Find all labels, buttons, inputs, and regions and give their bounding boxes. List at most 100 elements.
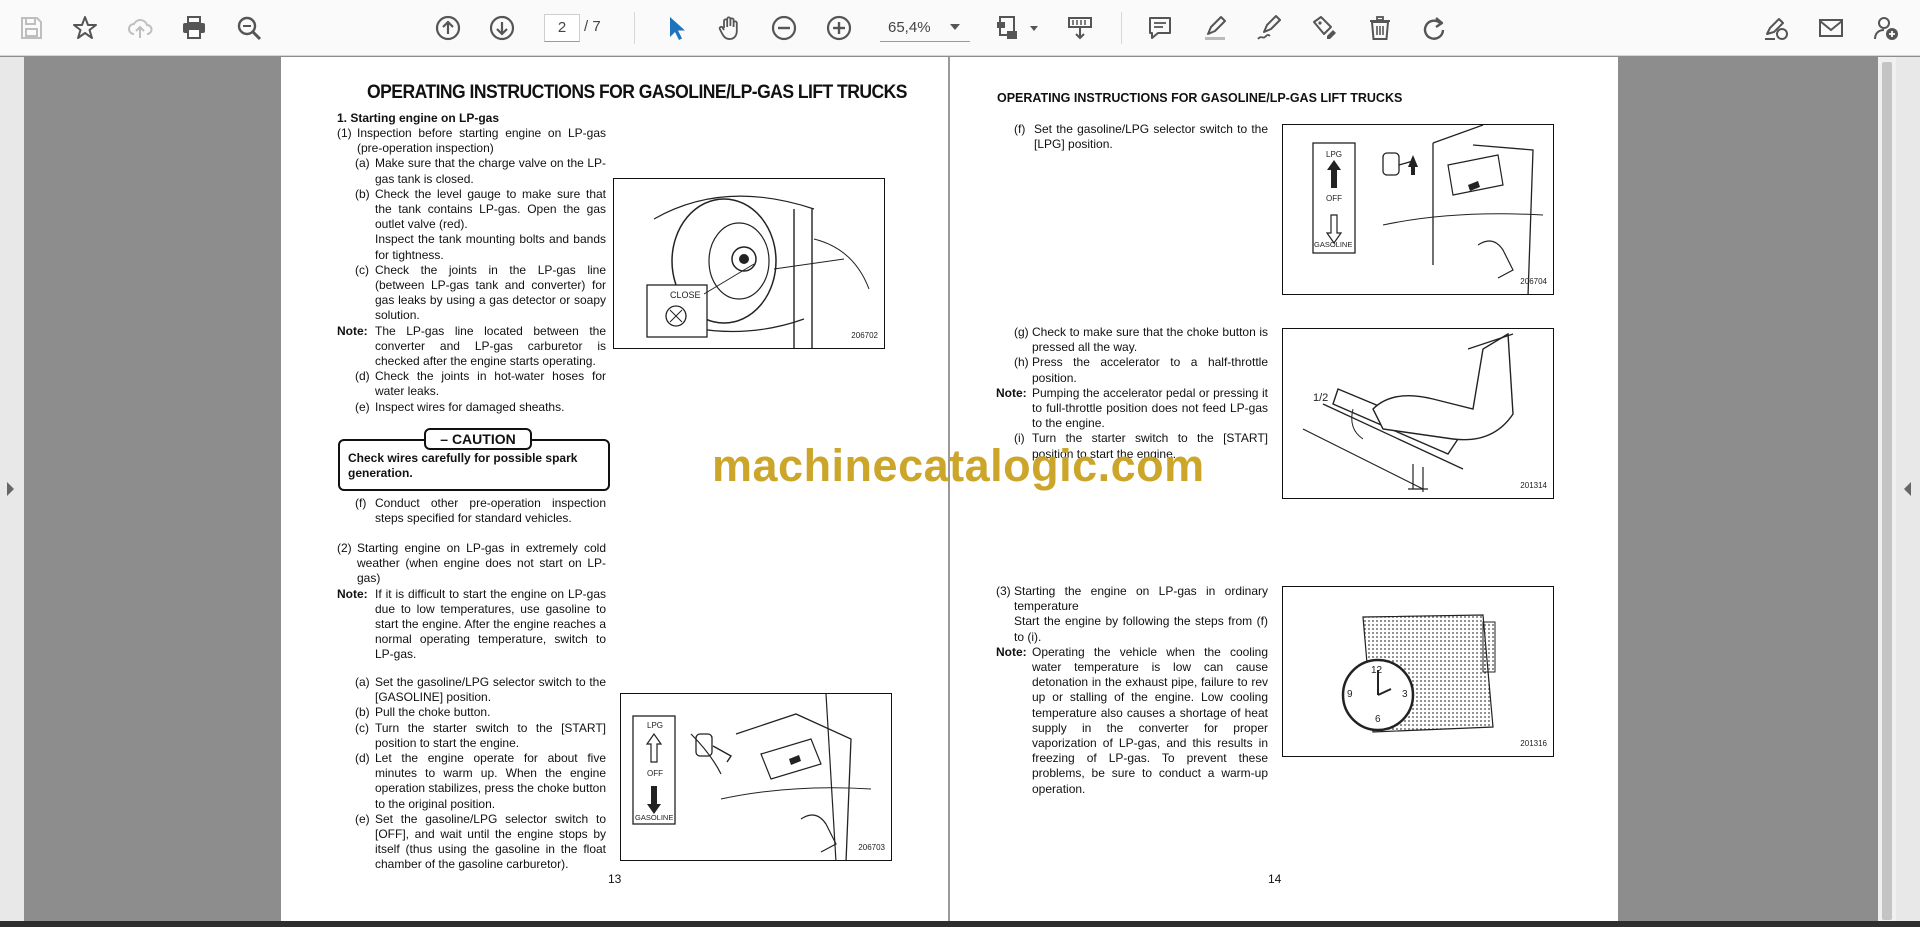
list-label: (f) (355, 496, 367, 510)
list-text: Make sure that the charge valve on the L… (375, 156, 606, 186)
zoom-in-icon[interactable] (820, 9, 858, 47)
list-text: Check to make sure that the choke button… (1032, 325, 1268, 355)
list-label: (f) (1014, 122, 1026, 136)
redo-icon[interactable] (1415, 9, 1453, 47)
scroll-mode-icon[interactable] (1061, 9, 1099, 47)
list-text: Set the gasoline/LPG selector switch to … (1034, 122, 1268, 152)
list-label: (g) (1014, 325, 1029, 339)
list-text: Pull the choke button. (375, 705, 491, 720)
selector-illustration (1312, 125, 1544, 294)
figure-label: CLOSE (670, 290, 701, 300)
section-heading: 1. Starting engine on LP-gas (337, 111, 500, 125)
instruction-block: (2) Starting engine on LP-gas in extremel… (337, 541, 606, 663)
figure-label: GASOLINE (635, 813, 674, 822)
figure-selector-gasoline: LPG OFF GASOLINE 206703 (620, 693, 892, 861)
list-label: (d) (355, 369, 370, 384)
note-text: Pumping the accelerator pedal or pressin… (1032, 385, 1268, 431)
comment-icon[interactable] (1141, 9, 1179, 47)
email-icon[interactable] (1812, 9, 1850, 47)
list-text: Check the joints in the LP-gas line (bet… (375, 262, 606, 323)
note-text: Operating the vehicle when the cooling w… (1032, 644, 1268, 796)
toolbar: 2 / 7 65,4% (0, 0, 1920, 56)
page-number: 14 (1268, 872, 1282, 886)
figure-label: LPG (1326, 150, 1343, 159)
select-cursor-icon[interactable] (656, 9, 694, 47)
list-label: (1) (337, 126, 352, 140)
note-label: Note: (996, 385, 1027, 400)
chevron-down-icon[interactable] (950, 24, 960, 30)
page-total: / 7 (584, 18, 601, 35)
fit-page-icon[interactable] (989, 9, 1027, 47)
toolbar-separator (634, 12, 635, 44)
chevron-left-icon[interactable] (1904, 482, 1911, 496)
list-text: Turn the starter switch to the [START] p… (375, 720, 606, 750)
list-label: (a) (355, 156, 370, 171)
pedal-illustration (1302, 332, 1514, 492)
caution-heading: – CAUTION (424, 428, 532, 450)
chevron-right-icon[interactable] (7, 482, 14, 496)
tank-illustration (646, 195, 870, 348)
list-text: Conduct other pre-operation inspection s… (375, 496, 606, 526)
list-text: Start the engine by following the steps … (1014, 614, 1268, 644)
list-label: (a) (355, 675, 370, 689)
list-label: (3) (996, 584, 1011, 598)
page-number-input[interactable]: 2 (544, 14, 580, 42)
list-label: (e) (355, 399, 370, 414)
stamp-edit-icon[interactable] (1305, 9, 1343, 47)
note-text: The LP-gas line located between the conv… (375, 323, 606, 369)
figure-lpgas-tank: CLOSE 206702 (613, 178, 885, 349)
note-label: Note: (337, 323, 368, 338)
figure-label: GASOLINE (1314, 240, 1353, 249)
list-text: Check the level gauge to make sure that … (375, 186, 606, 232)
caution-box: – CAUTION Check wires carefully for poss… (338, 428, 610, 491)
fill-sign-icon[interactable] (1757, 9, 1795, 47)
draw-signature-icon[interactable] (1250, 9, 1288, 47)
clock-label: 12 (1371, 665, 1383, 676)
figure-warmup-clock: 12 3 6 9 201316 (1282, 586, 1554, 757)
instruction-block: (1) Inspection before starting engine on … (337, 126, 606, 415)
instruction-block: (f) Conduct other pre-operation inspectio… (355, 496, 606, 526)
hand-pan-icon[interactable] (711, 9, 749, 47)
list-text: Inspect wires for damaged sheaths. (375, 399, 565, 414)
list-label: (b) (355, 186, 370, 201)
list-text: Set the gasoline/LPG selector switch to … (375, 675, 606, 705)
list-text: Press the accelerator to a half-throttle… (1032, 355, 1268, 385)
toolbar-separator (1121, 12, 1122, 44)
clock-label: 9 (1347, 689, 1353, 700)
note-label: Note: (337, 586, 368, 601)
zoom-search-icon[interactable] (230, 9, 268, 47)
page-title: OPERATING INSTRUCTIONS FOR GASOLINE/LP-G… (997, 91, 1403, 105)
figure-code: 206703 (858, 842, 885, 852)
print-icon[interactable] (175, 9, 213, 47)
cloud-upload-icon[interactable] (121, 9, 159, 47)
figure-selector-lpg: LPG OFF GASOLINE 206704 (1282, 124, 1554, 295)
page-down-icon[interactable] (483, 9, 521, 47)
list-label: (e) (355, 811, 370, 826)
list-text: Inspect the tank mounting bolts and band… (375, 232, 606, 262)
list-text: Starting engine on LP-gas in extremely c… (357, 541, 606, 586)
figure-code: 201316 (1520, 738, 1547, 748)
figure-code: 201314 (1520, 480, 1547, 490)
page-up-icon[interactable] (429, 9, 467, 47)
chevron-down-icon[interactable] (1030, 26, 1038, 31)
figure-label: OFF (647, 769, 663, 778)
save-icon[interactable] (12, 9, 50, 47)
clock-label: 6 (1375, 714, 1381, 725)
note-label: Note: (996, 644, 1027, 659)
list-label: (c) (355, 720, 369, 735)
zoom-out-icon[interactable] (765, 9, 803, 47)
delete-icon[interactable] (1361, 9, 1399, 47)
figure-label: OFF (1326, 194, 1342, 203)
add-user-icon[interactable] (1867, 9, 1905, 47)
clock-illustration (1341, 614, 1496, 733)
figure-label: LPG (647, 721, 664, 730)
watermark-text: machinecatalogic.com (712, 440, 1205, 491)
list-label: (c) (355, 262, 369, 277)
list-text: Let the engine operate for about five mi… (375, 751, 606, 811)
highlight-pen-icon[interactable] (1196, 9, 1234, 47)
bookmark-star-icon[interactable] (66, 9, 104, 47)
list-text: Set the gasoline/LPG selector switch to … (375, 811, 606, 872)
scrollbar-thumb[interactable] (1882, 62, 1892, 920)
note-text: If it is difficult to start the engine o… (375, 586, 606, 662)
caution-text: Check wires carefully for possible spark… (348, 451, 578, 481)
